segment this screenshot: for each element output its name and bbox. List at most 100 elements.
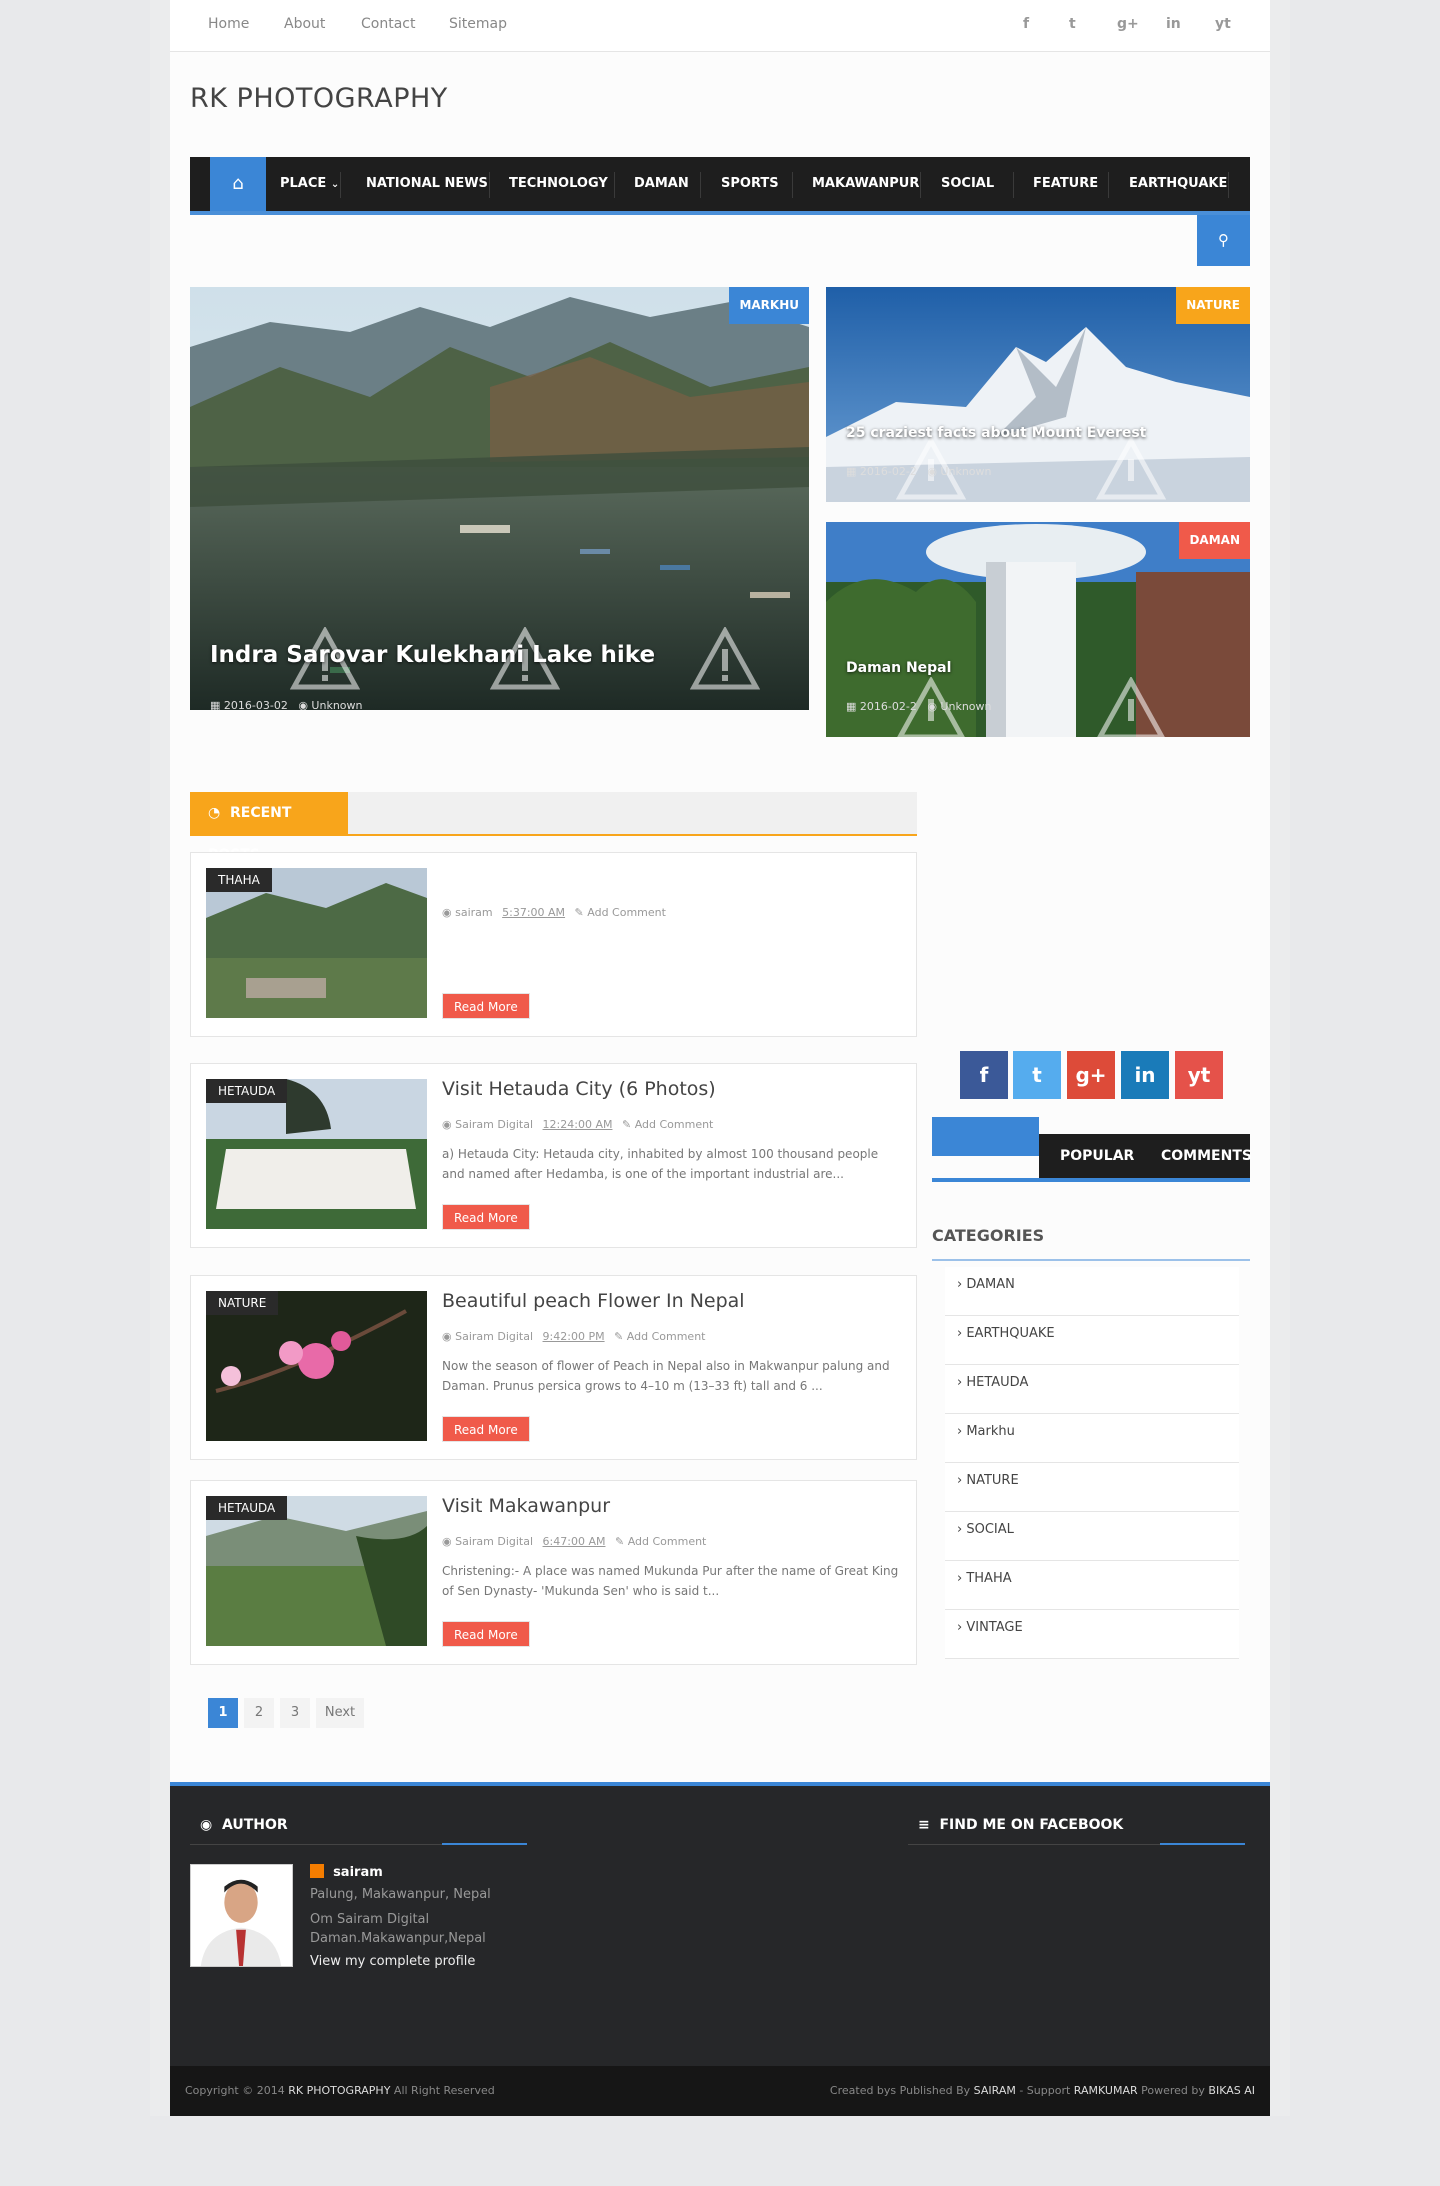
- post-excerpt: Now the season of flower of Peach in Nep…: [442, 1359, 890, 1393]
- blogger-icon: [310, 1864, 324, 1878]
- featured-post-main[interactable]: MARKHU Indra Sarovar Kulekhani Lake hike…: [190, 287, 809, 710]
- publisher-link[interactable]: SAIRAM: [974, 2084, 1016, 2097]
- author-bio-line-2: Daman.Makawanpur,Nepal: [310, 1931, 486, 1946]
- tab-active[interactable]: [932, 1117, 1039, 1156]
- post-excerpt: Christening:- A place was named Mukunda …: [442, 1564, 899, 1598]
- facebook-icon[interactable]: f: [1023, 16, 1029, 32]
- author-name[interactable]: sairam: [310, 1864, 383, 1880]
- nav-daman[interactable]: DAMAN: [634, 157, 689, 211]
- copyright-suffix: All Right Reserved: [393, 2084, 495, 2097]
- add-comment-link[interactable]: Add Comment: [587, 906, 666, 919]
- youtube-icon[interactable]: yt: [1215, 16, 1231, 32]
- facebook-icon[interactable]: f: [960, 1051, 1008, 1099]
- topnav-sitemap[interactable]: Sitemap: [449, 16, 507, 32]
- linkedin-icon[interactable]: in: [1166, 16, 1181, 32]
- nav-divider: [1228, 172, 1229, 198]
- category-link[interactable]: › SOCIAL: [945, 1512, 1239, 1561]
- search-icon[interactable]: ⚲: [1197, 215, 1250, 266]
- list-icon: ≡: [918, 1817, 930, 1833]
- featured-title[interactable]: Daman Nepal: [846, 660, 951, 676]
- featured-meta: ▦ 2016-03-02 ◉ Unknown: [210, 699, 363, 710]
- copyright-text: Copyright © 2014: [185, 2084, 285, 2097]
- category-link[interactable]: › NATURE: [945, 1463, 1239, 1512]
- category-link[interactable]: › Markhu: [945, 1414, 1239, 1463]
- category-link-label: SOCIAL: [966, 1522, 1014, 1537]
- add-comment-link[interactable]: Add Comment: [627, 1330, 706, 1343]
- post-title[interactable]: Visit Hetauda City (6 Photos): [442, 1078, 716, 1100]
- twitter-icon[interactable]: t: [1069, 16, 1076, 32]
- featured-title[interactable]: 25 craziest facts about Mount Everest: [846, 425, 1146, 441]
- sidebar-tabs: POPULAR COMMENTS: [932, 1117, 1252, 1182]
- tab-comments[interactable]: COMMENTS: [1161, 1134, 1252, 1178]
- post-meta: ◉ Sairam Digital 9:42:00 PM ✎ Add Commen…: [442, 1330, 706, 1343]
- list-item: HETAUDA Visit Hetauda City (6 Photos) ◉ …: [190, 1063, 917, 1248]
- google-plus-icon[interactable]: g+: [1117, 16, 1139, 32]
- category-link-label: EARTHQUAKE: [966, 1326, 1055, 1341]
- category-badge[interactable]: NATURE: [1176, 287, 1250, 324]
- nav-sports[interactable]: SPORTS: [721, 157, 779, 211]
- youtube-icon[interactable]: yt: [1175, 1051, 1223, 1099]
- nav-makawanpur[interactable]: MAKAWANPUR: [812, 157, 919, 211]
- author-avatar[interactable]: [190, 1864, 293, 1967]
- read-more-button[interactable]: Read More: [442, 1204, 530, 1230]
- category-link[interactable]: › DAMAN: [945, 1267, 1239, 1316]
- category-label[interactable]: HETAUDA: [206, 1079, 288, 1103]
- recent-posts-tab[interactable]: ◔ RECENT POSTS: [190, 792, 348, 863]
- category-badge[interactable]: DAMAN: [1179, 522, 1250, 559]
- read-more-button[interactable]: Read More: [442, 1416, 530, 1442]
- site-title[interactable]: RK PHOTOGRAPHY: [190, 83, 448, 114]
- nav-technology[interactable]: TECHNOLOGY: [509, 157, 608, 211]
- category-link[interactable]: › VINTAGE: [945, 1610, 1239, 1659]
- topnav-home[interactable]: Home: [208, 16, 249, 32]
- featured-post-everest[interactable]: NATURE 25 craziest facts about Mount Eve…: [826, 287, 1250, 502]
- page-1-button[interactable]: 1: [208, 1698, 238, 1728]
- category-link[interactable]: › HETAUDA: [945, 1365, 1239, 1414]
- category-label[interactable]: HETAUDA: [206, 1496, 288, 1520]
- category-link-label: HETAUDA: [966, 1375, 1029, 1390]
- powered-link[interactable]: BIKAS AI: [1208, 2084, 1255, 2097]
- copyright-bar: Copyright © 2014 RK PHOTOGRAPHY All Righ…: [170, 2066, 1270, 2116]
- list-item: NATURE Beautiful peach Flower In Nepal ◉…: [190, 1275, 917, 1460]
- read-more-button[interactable]: Read More: [442, 993, 530, 1019]
- nav-feature[interactable]: FEATURE: [1033, 157, 1098, 211]
- footer: ◉ AUTHOR ≡ FIND ME ON FACEBOOK sairam Pa…: [170, 1782, 1270, 2066]
- add-comment-link[interactable]: Add Comment: [628, 1535, 707, 1548]
- read-more-button[interactable]: Read More: [442, 1621, 530, 1647]
- featured-title[interactable]: Indra Sarovar Kulekhani Lake hike: [210, 642, 655, 668]
- nav-place[interactable]: PLACE ⌄: [280, 157, 339, 211]
- topnav-contact[interactable]: Contact: [361, 16, 415, 32]
- home-icon[interactable]: ⌂: [210, 157, 266, 211]
- next-page-button[interactable]: Next: [316, 1698, 364, 1728]
- google-plus-icon[interactable]: g+: [1067, 1051, 1115, 1099]
- category-label[interactable]: THAHA: [206, 868, 272, 892]
- nav-divider: [1013, 172, 1014, 198]
- page-2-button[interactable]: 2: [244, 1698, 274, 1728]
- post-title[interactable]: Visit Makawanpur: [442, 1495, 610, 1517]
- twitter-icon[interactable]: t: [1013, 1051, 1061, 1099]
- nav-earthquake[interactable]: EARTHQUAKE: [1129, 157, 1227, 211]
- add-comment-link[interactable]: Add Comment: [635, 1118, 714, 1131]
- category-link-label: DAMAN: [966, 1277, 1015, 1292]
- post-excerpt: a) Hetauda City: Hetauda city, inhabited…: [442, 1147, 879, 1181]
- topnav-about[interactable]: About: [284, 16, 325, 32]
- featured-date: 2016-02-2: [859, 465, 917, 478]
- category-badge[interactable]: MARKHU: [729, 287, 809, 324]
- list-item: THAHA ◉ sairam 5:37:00 AM ✎ Add Comment …: [190, 852, 917, 1037]
- featured-post-daman[interactable]: DAMAN Daman Nepal ▦ 2016-02-2 ◉ Unknown: [826, 522, 1250, 737]
- author-heading: ◉ AUTHOR: [200, 1817, 288, 1833]
- tab-popular[interactable]: POPULAR: [1060, 1134, 1134, 1178]
- linkedin-icon[interactable]: in: [1121, 1051, 1169, 1099]
- view-profile-link[interactable]: View my complete profile: [310, 1954, 475, 1969]
- support-link[interactable]: RAMKUMAR: [1074, 2084, 1138, 2097]
- category-link[interactable]: › THAHA: [945, 1561, 1239, 1610]
- post-meta: ◉ Sairam Digital 6:47:00 AM ✎ Add Commen…: [442, 1535, 707, 1548]
- page-3-button[interactable]: 3: [280, 1698, 310, 1728]
- post-title[interactable]: Beautiful peach Flower In Nepal: [442, 1290, 745, 1312]
- category-link[interactable]: › EARTHQUAKE: [945, 1316, 1239, 1365]
- nav-national-news[interactable]: NATIONAL NEWS: [366, 157, 488, 211]
- facebook-heading-label: FIND ME ON FACEBOOK: [939, 1817, 1124, 1833]
- nav-social[interactable]: SOCIAL: [941, 157, 994, 211]
- copyright-brand-link[interactable]: RK PHOTOGRAPHY: [288, 2084, 390, 2097]
- warning-icon: [1096, 437, 1166, 500]
- category-label[interactable]: NATURE: [206, 1291, 279, 1315]
